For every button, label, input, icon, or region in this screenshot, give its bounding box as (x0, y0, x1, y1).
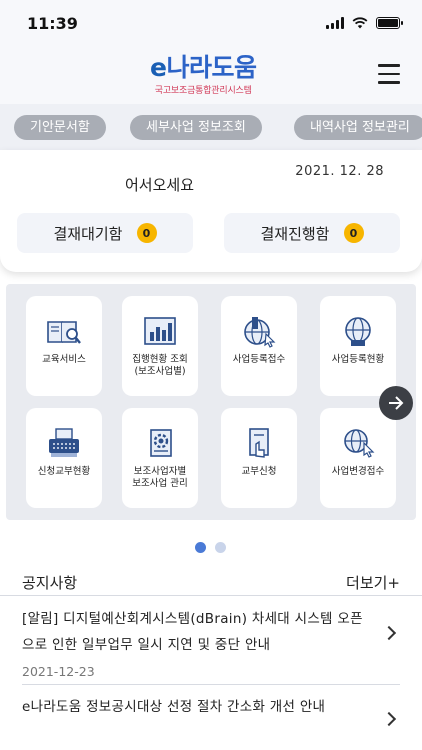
notice-date: 2021-12-23 (22, 664, 95, 679)
in-progress-approval-label: 결재진행함 (260, 224, 330, 243)
chevron-right-icon (381, 711, 397, 727)
in-progress-approval-button[interactable]: 결재진행함 0 (224, 213, 400, 253)
menu-tile-project-registration[interactable]: 사업등록접수 (221, 296, 297, 396)
quick-tabs: 기안문서함 세부사업 정보조회 내역사업 정보관리 (0, 104, 422, 150)
carousel-pager (195, 542, 226, 553)
tab-draft-documents[interactable]: 기안문서함 (14, 115, 106, 140)
hand-document-icon (249, 428, 269, 458)
notice-header: 공지사항 더보기+ (0, 572, 422, 594)
globe-list-icon (345, 317, 371, 346)
menu-label: 보조사업자별 보조사업 관리 (132, 466, 188, 489)
menu-tile-application-grant-status[interactable]: 신청교부현황 (26, 408, 102, 508)
battery-icon (376, 17, 403, 29)
app-header: e나라도움 국고보조금통합관리시스템 (0, 48, 422, 104)
menu-label: 교육서비스 (42, 354, 86, 365)
menu-label: 사업등록접수 (232, 354, 286, 365)
tab-item-project-management[interactable]: 내역사업 정보관리 (294, 115, 422, 140)
notice-text: [알림] 디지털예산회계시스템(dBrain) 차세대 시스템 오픈으로 인한 … (22, 611, 363, 653)
menu-icon[interactable] (378, 64, 400, 84)
status-time: 11:39 (27, 14, 78, 33)
logo-e: e (150, 53, 167, 82)
menu-tile-execution-status[interactable]: 집행현황 조회 (보조사업별) (122, 296, 198, 396)
menu-tile-project-registration-status[interactable]: 사업등록현황 (320, 296, 396, 396)
welcome-card: 어서오세요 2021. 12. 28 결재대기함 0 결재진행함 0 (0, 150, 422, 272)
typewriter-icon (49, 428, 79, 457)
tab-detailed-project-lookup[interactable]: 세부사업 정보조회 (130, 115, 262, 140)
globe-building-icon (244, 317, 276, 348)
pending-approval-label: 결재대기함 (53, 224, 123, 243)
menu-label: 사업등록현황 (331, 354, 385, 365)
welcome-date: 2021. 12. 28 (295, 164, 384, 179)
menu-label: 사업변경접수 (331, 466, 385, 477)
next-page-arrow-icon[interactable] (379, 386, 413, 420)
cellular-signal-icon (326, 17, 344, 29)
notice-title: 공지사항 (22, 574, 78, 592)
logo-subtitle: 국고보조금통합관리시스템 (154, 86, 252, 96)
notice-item[interactable]: [알림] 디지털예산회계시스템(dBrain) 차세대 시스템 오픈으로 인한 … (22, 606, 400, 679)
book-search-icon (47, 321, 81, 344)
in-progress-count-badge: 0 (343, 223, 364, 243)
menu-label: 교부신청 (241, 466, 277, 477)
status-icons (326, 17, 403, 29)
bar-chart-icon (144, 317, 176, 345)
menu-tile-grant-application[interactable]: 교부신청 (221, 408, 297, 508)
chevron-right-icon (381, 625, 397, 641)
menu-tile-project-change[interactable]: 사업변경접수 (320, 408, 396, 508)
logo-main-text: 나라도움 (166, 53, 257, 82)
pending-approval-button[interactable]: 결재대기함 0 (17, 213, 193, 253)
menu-label: 신청교부현황 (37, 466, 91, 477)
notice-text: e나라도움 정보공시대상 선정 절차 간소화 개선 안내 (22, 699, 326, 715)
pager-dot-2[interactable] (215, 542, 226, 553)
welcome-greeting: 어서오세요 (125, 176, 195, 194)
globe-cursor-icon (344, 429, 375, 458)
pending-count-badge: 0 (136, 223, 157, 243)
gear-document-icon (150, 429, 172, 457)
menu-label: 집행현황 조회 (보조사업별) (132, 354, 188, 377)
divider (22, 684, 400, 685)
logo[interactable]: e나라도움 국고보조금통합관리시스템 (150, 53, 257, 97)
menu-tile-subsidy-management[interactable]: 보조사업자별 보조사업 관리 (122, 408, 198, 508)
divider (0, 595, 422, 596)
menu-tile-education-service[interactable]: 교육서비스 (26, 296, 102, 396)
notice-more-link[interactable]: 더보기+ (346, 572, 400, 593)
pager-dot-1[interactable] (195, 542, 206, 553)
status-bar: 11:39 (0, 0, 422, 48)
wifi-icon (352, 17, 368, 29)
notice-item[interactable]: e나라도움 정보공시대상 선정 절차 간소화 개선 안내 (22, 694, 400, 727)
